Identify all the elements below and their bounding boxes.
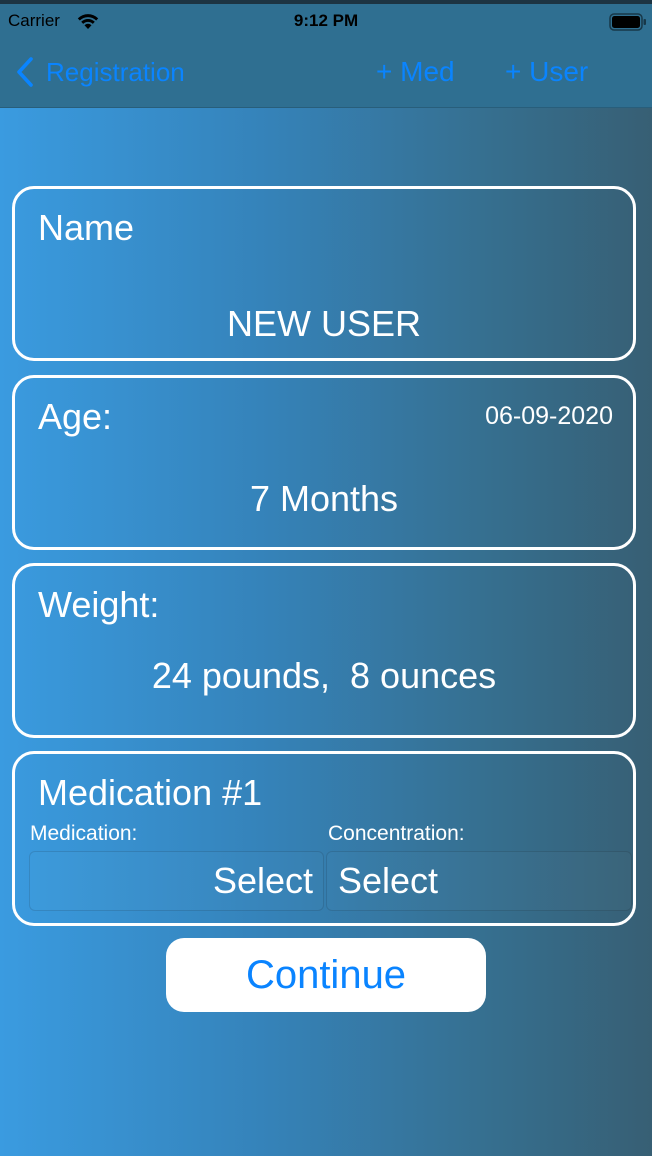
clock-time: 9:12 PM — [293, 11, 359, 30]
add-med-button[interactable]: + Med — [376, 54, 455, 90]
age-label: Age: — [38, 396, 113, 437]
chevron-left-icon — [17, 57, 33, 87]
name-label: Name — [38, 207, 135, 248]
concentration-select[interactable]: Select — [326, 851, 632, 911]
back-button[interactable]: Registration — [14, 54, 185, 90]
medication-card: Medication #1 Medication: Concentration:… — [12, 751, 636, 926]
medication-label: Medication: — [30, 822, 138, 845]
weight-value[interactable]: 24 pounds, 8 ounces — [15, 655, 633, 697]
name-card[interactable]: Name NEW USER — [12, 186, 636, 361]
add-user-button[interactable]: + User — [505, 54, 588, 90]
birth-date[interactable]: 06-09-2020 — [485, 402, 613, 431]
weight-label: Weight: — [38, 584, 160, 625]
status-bar: Carrier 9:12 PM — [0, 4, 652, 40]
weight-card[interactable]: Weight: 24 pounds, 8 ounces — [12, 563, 636, 738]
age-card[interactable]: Age: 06-09-2020 7 Months — [12, 375, 636, 550]
navigation-bar: Registration + Med + User — [0, 44, 652, 102]
continue-button[interactable]: Continue — [166, 938, 486, 1012]
battery-icon — [609, 13, 646, 31]
age-value: 7 Months — [249, 478, 399, 519]
registration-screen: Carrier 9:12 PM Registration + Med + Use… — [0, 0, 652, 1156]
back-button-label: Registration — [46, 56, 185, 87]
medication-select[interactable]: Select — [29, 851, 324, 911]
concentration-label: Concentration: — [328, 822, 465, 845]
medication-title: Medication #1 — [38, 772, 263, 813]
name-value[interactable]: NEW USER — [15, 303, 633, 345]
